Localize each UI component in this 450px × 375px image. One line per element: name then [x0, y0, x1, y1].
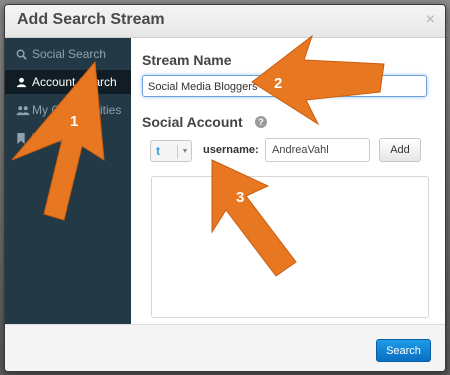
help-icon[interactable]: ? — [255, 116, 267, 128]
sidebar-item-watchlist[interactable]: Watchlist — [5, 126, 131, 150]
sidebar-item-label: Social Search — [32, 47, 107, 61]
username-input[interactable]: AndreaVahl — [265, 138, 370, 162]
network-select[interactable]: t ▼ — [150, 140, 192, 162]
social-account-label: Social Account — [142, 114, 243, 130]
sidebar-item-label: Watchlist — [32, 131, 81, 145]
stream-name-label: Stream Name — [142, 52, 232, 68]
sidebar-item-label: Account Search — [32, 75, 117, 89]
add-search-stream-dialog: Add Search Stream × Social Search Accoun… — [4, 4, 446, 372]
sidebar-item-social-search[interactable]: Social Search — [5, 42, 131, 66]
bookmark-icon — [16, 126, 26, 150]
close-icon[interactable]: × — [426, 11, 435, 29]
search-icon — [16, 42, 27, 66]
user-icon — [16, 70, 27, 94]
dialog-title: Add Search Stream — [17, 11, 165, 28]
main-content: Stream Name Social Media Bloggers Social… — [131, 38, 445, 324]
users-icon — [16, 98, 30, 122]
sidebar-item-account-search[interactable]: Account Search — [5, 70, 131, 94]
twitter-icon: t — [156, 144, 160, 158]
dialog-footer: Search — [5, 324, 445, 371]
sidebar: Social Search Account Search My Communit… — [5, 38, 131, 324]
add-button[interactable]: Add — [379, 138, 421, 162]
sidebar-item-my-communities[interactable]: My Communities — [5, 98, 131, 122]
sidebar-item-label: My Communities — [32, 103, 122, 117]
accounts-list — [151, 176, 429, 318]
search-button[interactable]: Search — [376, 339, 431, 362]
stream-name-input[interactable]: Social Media Bloggers — [142, 75, 427, 97]
chevron-down-icon: ▼ — [177, 145, 192, 159]
username-label: username: — [203, 144, 259, 156]
dialog-header: Add Search Stream × — [5, 5, 445, 38]
